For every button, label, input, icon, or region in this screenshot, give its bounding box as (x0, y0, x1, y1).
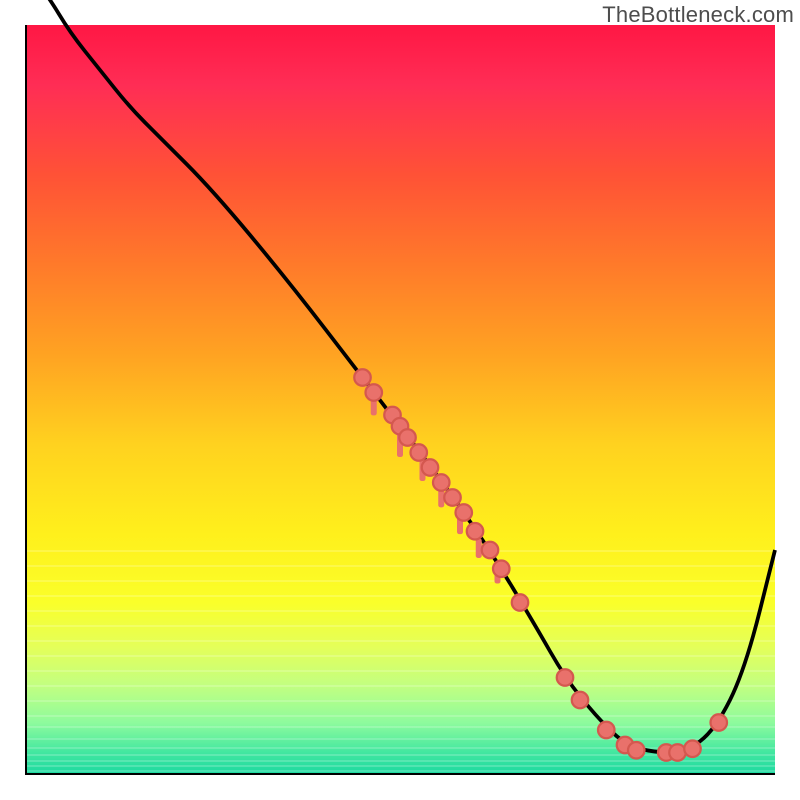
data-point (493, 561, 510, 578)
data-point (598, 722, 615, 739)
data-point (572, 692, 589, 709)
data-point (399, 429, 416, 446)
data-point (411, 444, 428, 461)
data-point (422, 459, 439, 476)
data-point (684, 741, 701, 758)
data-point (512, 594, 529, 611)
chart-canvas: TheBottleneck.com (0, 0, 800, 800)
tick-markers (371, 397, 501, 584)
data-point (557, 669, 574, 686)
data-point (444, 489, 461, 506)
data-point (669, 744, 686, 761)
data-point (433, 474, 450, 491)
data-point (456, 504, 473, 521)
data-point (482, 542, 499, 559)
data-point (628, 742, 645, 758)
plot-area (25, 25, 775, 775)
bottleneck-curve (25, 0, 775, 753)
data-point (467, 523, 484, 540)
curve-svg (25, 25, 775, 775)
data-point (366, 384, 383, 401)
data-point (354, 369, 371, 386)
data-point (711, 714, 728, 731)
curve-points (354, 369, 727, 761)
